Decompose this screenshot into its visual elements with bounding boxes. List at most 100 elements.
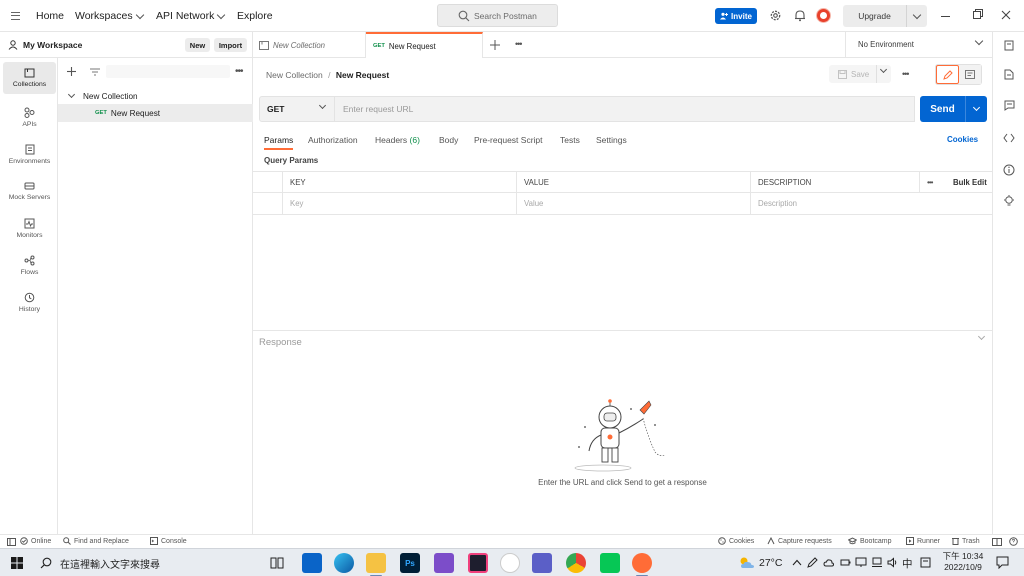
battery-icon[interactable] (840, 557, 851, 568)
postman-app-icon[interactable] (632, 553, 652, 576)
close-icon[interactable] (1001, 10, 1011, 20)
mail-app-icon[interactable] (302, 553, 322, 573)
sidebar-request-item[interactable]: GET New Request (58, 104, 253, 122)
sidebar-toggle-icon[interactable] (7, 538, 16, 546)
url-input[interactable]: Enter request URL (335, 96, 915, 122)
keyboard-icon[interactable] (920, 557, 931, 568)
runner-button[interactable]: Runner (906, 537, 940, 545)
pen-icon[interactable] (807, 557, 818, 568)
windows-start-icon[interactable] (11, 557, 23, 569)
edge-browser-icon[interactable] (334, 553, 354, 573)
visual-studio-icon[interactable] (434, 553, 454, 573)
weather-temp[interactable]: 27°C (759, 557, 782, 569)
taskbar-search-input[interactable]: 在這裡輸入文字來搜尋 (34, 550, 256, 576)
bootcamp-button[interactable]: Bootcamp (848, 537, 892, 545)
save-button[interactable]: Save (829, 65, 891, 83)
tab-authorization[interactable]: Authorization (308, 135, 358, 145)
api-network-menu[interactable]: API Network (156, 10, 226, 22)
help-icon[interactable] (1009, 537, 1018, 546)
jetbrains-ide-icon[interactable] (468, 553, 488, 573)
tab-new-request[interactable]: GET New Request (366, 32, 483, 58)
method-select[interactable]: GET (259, 96, 335, 122)
response-divider[interactable] (253, 330, 992, 331)
chevron-down-icon[interactable] (972, 103, 981, 112)
console-button[interactable]: Console (150, 537, 187, 545)
rail-item-collections[interactable]: Collections (3, 62, 56, 94)
documentation-icon[interactable] (1004, 40, 1014, 51)
network-icon[interactable] (871, 557, 883, 568)
search-input[interactable]: Search Postman (437, 4, 558, 27)
minimize-button[interactable] (941, 16, 950, 17)
filter-icon[interactable] (90, 68, 100, 76)
chevron-up-icon[interactable] (792, 559, 802, 566)
rail-item-history[interactable]: History (3, 287, 56, 317)
send-button[interactable]: Send (920, 96, 987, 122)
trash-button[interactable]: Trash (952, 537, 980, 545)
input-method-indicator[interactable]: 中 (902, 556, 913, 571)
table-more-icon[interactable]: ••• (919, 171, 946, 193)
notification-icon[interactable] (996, 556, 1009, 569)
row-checkbox[interactable] (253, 193, 282, 215)
rail-item-monitors[interactable]: Monitors (3, 213, 56, 243)
chevron-down-icon[interactable] (912, 10, 922, 19)
new-button[interactable]: New (185, 38, 210, 52)
plus-icon[interactable] (67, 67, 76, 76)
breadcrumb-parent[interactable]: New Collection (266, 70, 323, 80)
upgrade-button[interactable]: Upgrade (843, 5, 927, 27)
restore-button[interactable] (973, 11, 981, 19)
weather-icon[interactable] (738, 555, 756, 569)
workspace-name[interactable]: My Workspace (23, 40, 82, 50)
tab-new-collection[interactable]: New Collection (253, 32, 366, 58)
file-explorer-icon[interactable] (366, 553, 386, 576)
edit-mode-button[interactable] (936, 65, 959, 84)
bulk-edit-button[interactable]: Bulk Edit (946, 171, 992, 193)
teams-app-icon[interactable] (532, 553, 552, 573)
param-key-input[interactable]: Key (282, 193, 516, 215)
explore-link[interactable]: Explore (237, 10, 273, 22)
import-button[interactable]: Import (214, 38, 247, 52)
online-status[interactable]: Online (20, 537, 51, 545)
volume-icon[interactable] (887, 557, 899, 568)
rail-item-apis[interactable]: APIs (3, 102, 56, 132)
tab-tests[interactable]: Tests (560, 135, 580, 145)
sidebar-collection-item[interactable]: New Collection (58, 88, 253, 104)
rail-item-flows[interactable]: Flows (3, 250, 56, 280)
clock[interactable]: 下午 10:34 2022/10/9 (940, 551, 986, 573)
comments-icon[interactable] (1004, 100, 1015, 111)
code-icon[interactable] (1003, 133, 1015, 143)
find-replace-button[interactable]: Find and Replace (63, 537, 129, 545)
document-icon[interactable] (1004, 69, 1014, 80)
sidebar-search-input[interactable] (106, 65, 230, 78)
info-icon[interactable] (1003, 164, 1015, 176)
word-app-icon[interactable] (500, 553, 520, 573)
rail-item-mock-servers[interactable]: Mock Servers (3, 176, 56, 206)
tab-params[interactable]: Params (264, 135, 293, 145)
avatar[interactable] (816, 8, 831, 23)
tab-headers[interactable]: Headers (6) (375, 135, 420, 145)
tab-body[interactable]: Body (439, 135, 458, 145)
gear-icon[interactable] (769, 9, 782, 22)
request-more-icon[interactable]: ••• (902, 69, 910, 79)
chevron-down-icon[interactable] (977, 332, 986, 341)
menu-icon[interactable] (11, 12, 20, 20)
tab-pre-request-script[interactable]: Pre-request Script (474, 135, 543, 145)
comment-mode-button[interactable] (959, 65, 981, 84)
display-icon[interactable] (855, 557, 867, 568)
environment-select[interactable]: No Environment (845, 32, 992, 58)
param-description-input[interactable]: Description (750, 193, 992, 215)
task-view-icon[interactable] (270, 556, 284, 570)
home-link[interactable]: Home (36, 10, 64, 22)
invite-button[interactable]: Invite (715, 8, 757, 24)
new-tab-icon[interactable] (490, 40, 500, 50)
line-app-icon[interactable] (600, 553, 620, 573)
photoshop-icon[interactable]: Ps (400, 553, 420, 573)
param-value-input[interactable]: Value (516, 193, 750, 215)
cookies-button[interactable]: Cookies (718, 537, 754, 545)
tab-settings[interactable]: Settings (596, 135, 627, 145)
lightbulb-icon[interactable] (1003, 195, 1015, 207)
rail-item-environments[interactable]: Environments (3, 139, 56, 169)
cookies-link[interactable]: Cookies (947, 135, 978, 144)
workspaces-menu[interactable]: Workspaces (75, 10, 144, 22)
tabs-more-icon[interactable]: ••• (515, 39, 523, 49)
bell-icon[interactable] (794, 9, 806, 22)
